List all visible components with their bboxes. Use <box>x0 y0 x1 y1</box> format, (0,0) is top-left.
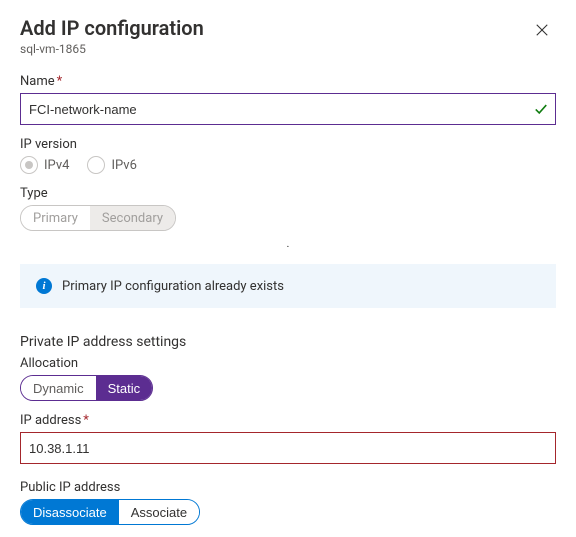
public-ip-toggle[interactable]: Disassociate Associate <box>20 499 200 525</box>
resource-subtitle: sql-vm-1865 <box>20 42 204 56</box>
page-title: Add IP configuration <box>20 16 204 40</box>
type-secondary: Secondary <box>90 206 175 230</box>
type-primary: Primary <box>21 206 90 230</box>
name-label: Name* <box>20 74 556 89</box>
info-icon: i <box>36 278 52 294</box>
name-input[interactable] <box>20 93 556 125</box>
allocation-static[interactable]: Static <box>96 376 153 400</box>
close-button[interactable] <box>528 16 556 44</box>
allocation-dynamic[interactable]: Dynamic <box>21 376 96 400</box>
allocation-toggle[interactable]: Dynamic Static <box>20 375 153 401</box>
radio-ipv6-label: IPv6 <box>111 158 136 173</box>
public-ip-label: Public IP address <box>20 480 556 495</box>
private-ip-section-title: Private IP address settings <box>20 334 556 350</box>
ip-address-input[interactable] <box>20 432 556 464</box>
radio-ipv4: IPv4 <box>20 156 69 174</box>
info-banner: i Primary IP configuration already exist… <box>20 264 556 308</box>
check-icon <box>534 102 548 116</box>
type-toggle: Primary Secondary <box>20 205 176 231</box>
radio-icon <box>87 156 105 174</box>
radio-ipv6: IPv6 <box>87 156 136 174</box>
type-label: Type <box>20 186 556 201</box>
allocation-label: Allocation <box>20 356 556 371</box>
ip-version-label: IP version <box>20 137 556 152</box>
decorative-dot: . <box>20 237 556 250</box>
close-icon <box>535 23 549 37</box>
public-ip-associate[interactable]: Associate <box>119 500 199 524</box>
info-message: Primary IP configuration already exists <box>62 279 284 294</box>
radio-ipv4-label: IPv4 <box>44 158 69 173</box>
radio-icon <box>20 156 38 174</box>
public-ip-disassociate[interactable]: Disassociate <box>21 500 119 524</box>
ip-address-label: IP address* <box>20 413 556 428</box>
